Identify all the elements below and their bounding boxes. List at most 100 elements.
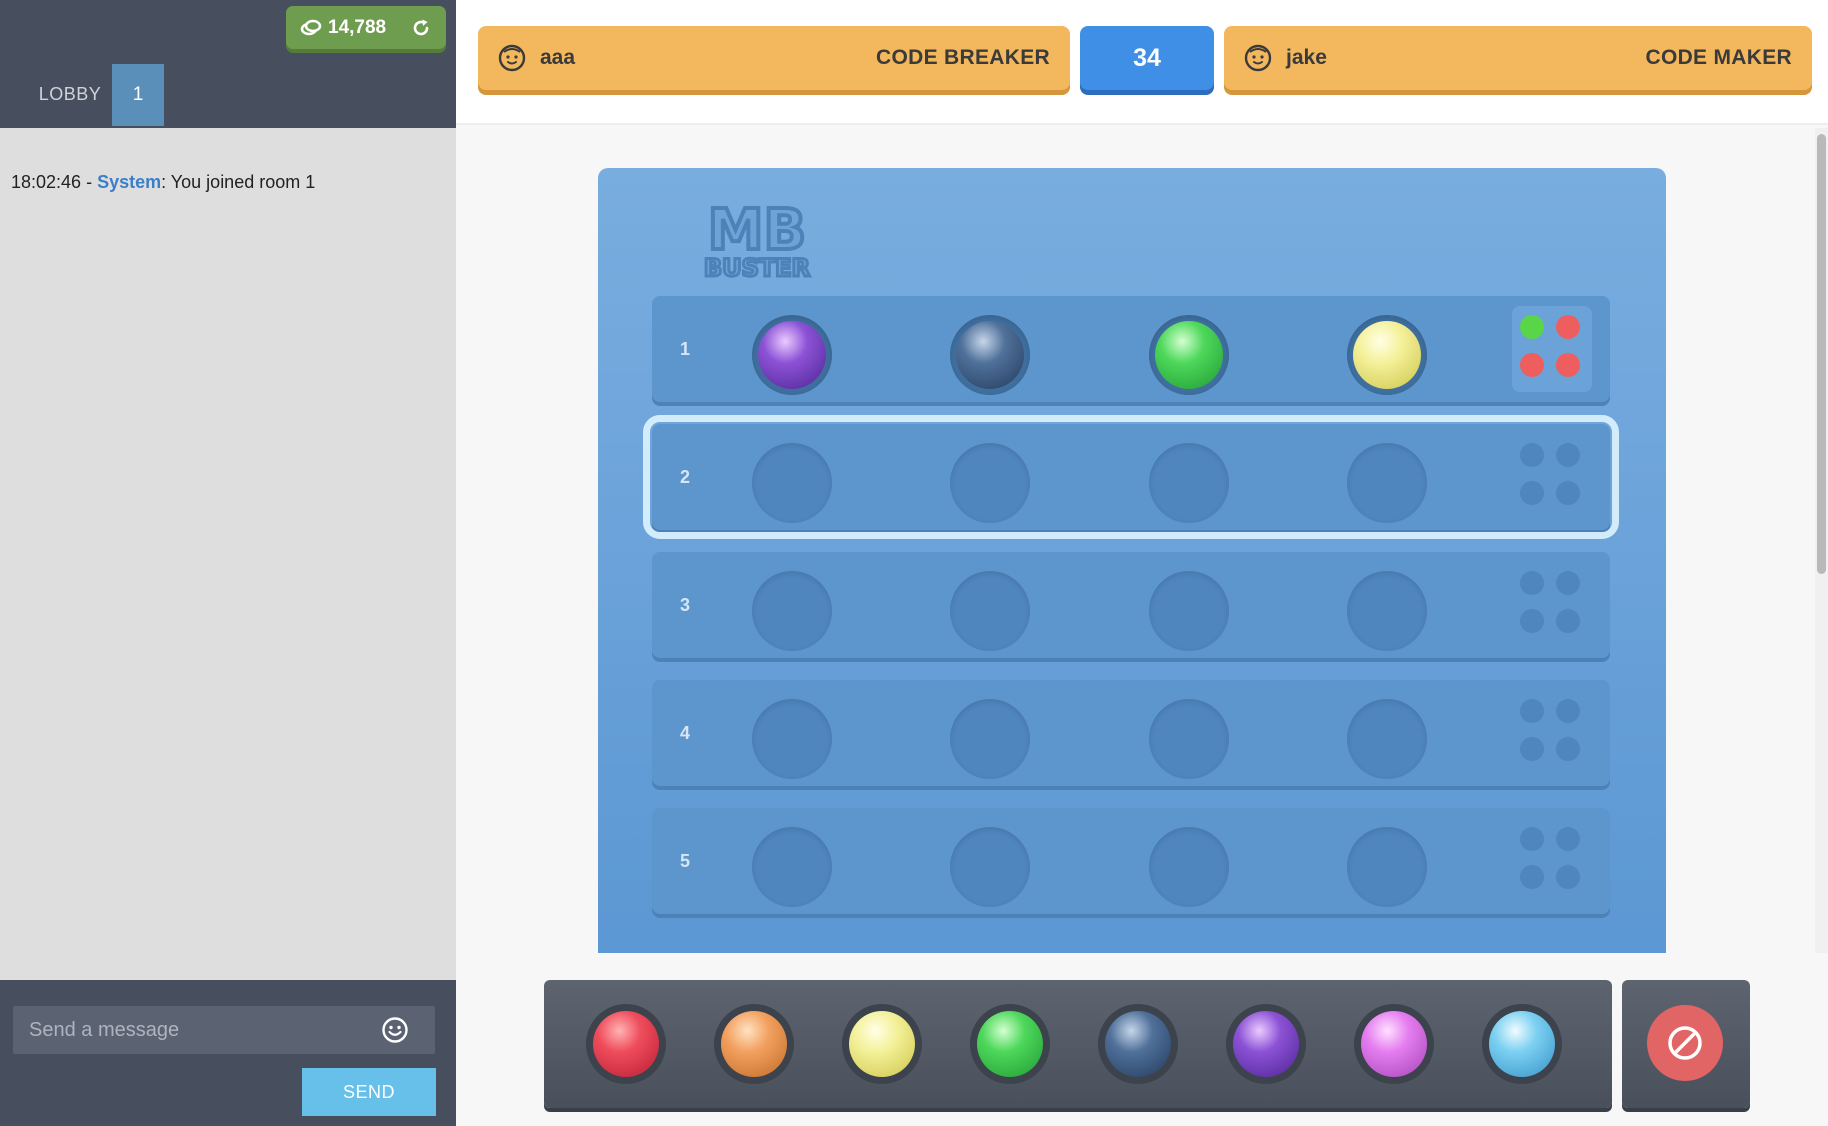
guess-row[interactable]: 2 [643,415,1619,539]
guess-slot [950,315,1030,395]
chat-separator: - [81,172,98,192]
palette-sky-ball[interactable] [1482,1004,1562,1084]
face-icon [1244,44,1272,72]
hint-empty [1520,699,1544,723]
hint-empty [1520,609,1544,633]
hint-empty [1556,609,1580,633]
tab-room-1[interactable]: 1 [112,64,164,126]
palette-purple-ball[interactable] [1226,1004,1306,1084]
hint-empty [1520,827,1544,851]
guess-slot [1149,571,1229,651]
emoji-icon[interactable] [381,1016,409,1044]
palette-pink-ball[interactable] [1354,1004,1434,1084]
hint-empty [1556,865,1580,889]
clear-button[interactable] [1647,1005,1723,1081]
feedback-pegs [1512,306,1592,392]
guess-slot [950,699,1030,779]
guess-slot [1347,699,1427,779]
guess-slot[interactable] [1347,443,1427,523]
scrollbar[interactable] [1815,128,1828,953]
clear-icon [1668,1026,1702,1060]
guess-row: 5 [652,808,1610,914]
send-button[interactable]: SEND [302,1068,436,1116]
palette-navy-ball[interactable] [1098,1004,1178,1084]
row-number: 1 [679,338,690,359]
hint-empty [1556,481,1580,505]
palette-orange-ball[interactable] [714,1004,794,1084]
face-icon [498,44,526,72]
pink-ball [1361,1011,1427,1077]
hint-red [1556,353,1580,377]
hint-empty [1556,827,1580,851]
hint-empty [1520,443,1544,467]
feedback-pegs [1512,434,1592,520]
hint-empty [1556,443,1580,467]
green-ball [1155,321,1223,389]
turn-timer: 34 [1080,26,1214,90]
feedback-pegs [1512,818,1592,904]
coin-amount: 14,788 [328,16,387,38]
chat-sender: System [97,172,162,192]
player-code-breaker: aaa CODE BREAKER [478,26,1070,90]
palette-yellow-ball[interactable] [842,1004,922,1084]
yellow-ball [849,1011,915,1077]
row-number: 4 [679,722,690,743]
game-board: MB BUSTER 1 2 3 4 5 [598,168,1666,953]
row-number: 5 [679,850,690,871]
palette-green-ball[interactable] [970,1004,1050,1084]
yellow-ball [1353,321,1421,389]
guess-slot [950,827,1030,907]
svg-text:BUSTER: BUSTER [704,254,810,282]
clear-panel [1622,980,1750,1108]
coin-icon [300,19,322,35]
guess-slot [752,571,832,651]
chat-compose: SEND [0,980,456,1126]
red-ball [593,1011,659,1077]
chat-time: 18:02:46 [11,172,82,192]
guess-row: 4 [652,680,1610,786]
guess-row: 1 [652,296,1610,402]
player-role: CODE BREAKER [876,46,1050,69]
message-input[interactable] [29,1018,369,1042]
sidebar-header: 14,788 LOBBY 1 [0,0,456,128]
hint-empty [1520,737,1544,761]
hint-red [1556,315,1580,339]
navy-ball [956,321,1024,389]
color-palette [544,980,1612,1108]
guess-slot[interactable] [950,443,1030,523]
refresh-icon[interactable] [410,17,432,39]
purple-ball [758,321,826,389]
chat-text: : You joined room 1 [161,172,316,192]
guess-row: 3 [652,552,1610,658]
chat-log: 18:02:46 - System: You joined room 1 [0,128,456,978]
guess-slot [752,315,832,395]
guess-slot [1347,827,1427,907]
chat-sidebar: 14,788 LOBBY 1 18:02:46 - System: You jo… [0,0,456,1126]
guess-slot [1149,827,1229,907]
tab-lobby[interactable]: LOBBY [30,64,110,124]
player-name: jake [1286,46,1327,69]
player-code-maker: jake CODE MAKER [1224,26,1812,90]
message-box [13,1006,435,1054]
hint-empty [1520,481,1544,505]
navy-ball [1105,1011,1171,1077]
hint-green [1520,315,1544,339]
guess-slot [752,699,832,779]
row-number: 3 [679,594,690,615]
palette-red-ball[interactable] [586,1004,666,1084]
guess-slot[interactable] [1149,443,1229,523]
hint-red [1520,353,1544,377]
game-logo: MB BUSTER [702,196,811,284]
orange-ball [721,1011,787,1077]
player-name: aaa [540,46,576,69]
hint-empty [1520,865,1544,889]
guess-slot [1149,315,1229,395]
hint-empty [1556,737,1580,761]
sky-ball [1489,1011,1555,1077]
coin-balance[interactable]: 14,788 [286,6,446,49]
green-ball [977,1011,1043,1077]
feedback-pegs [1512,562,1592,648]
guess-slot[interactable] [752,443,832,523]
scrollbar-thumb[interactable] [1817,134,1826,574]
row-number: 2 [679,466,690,487]
